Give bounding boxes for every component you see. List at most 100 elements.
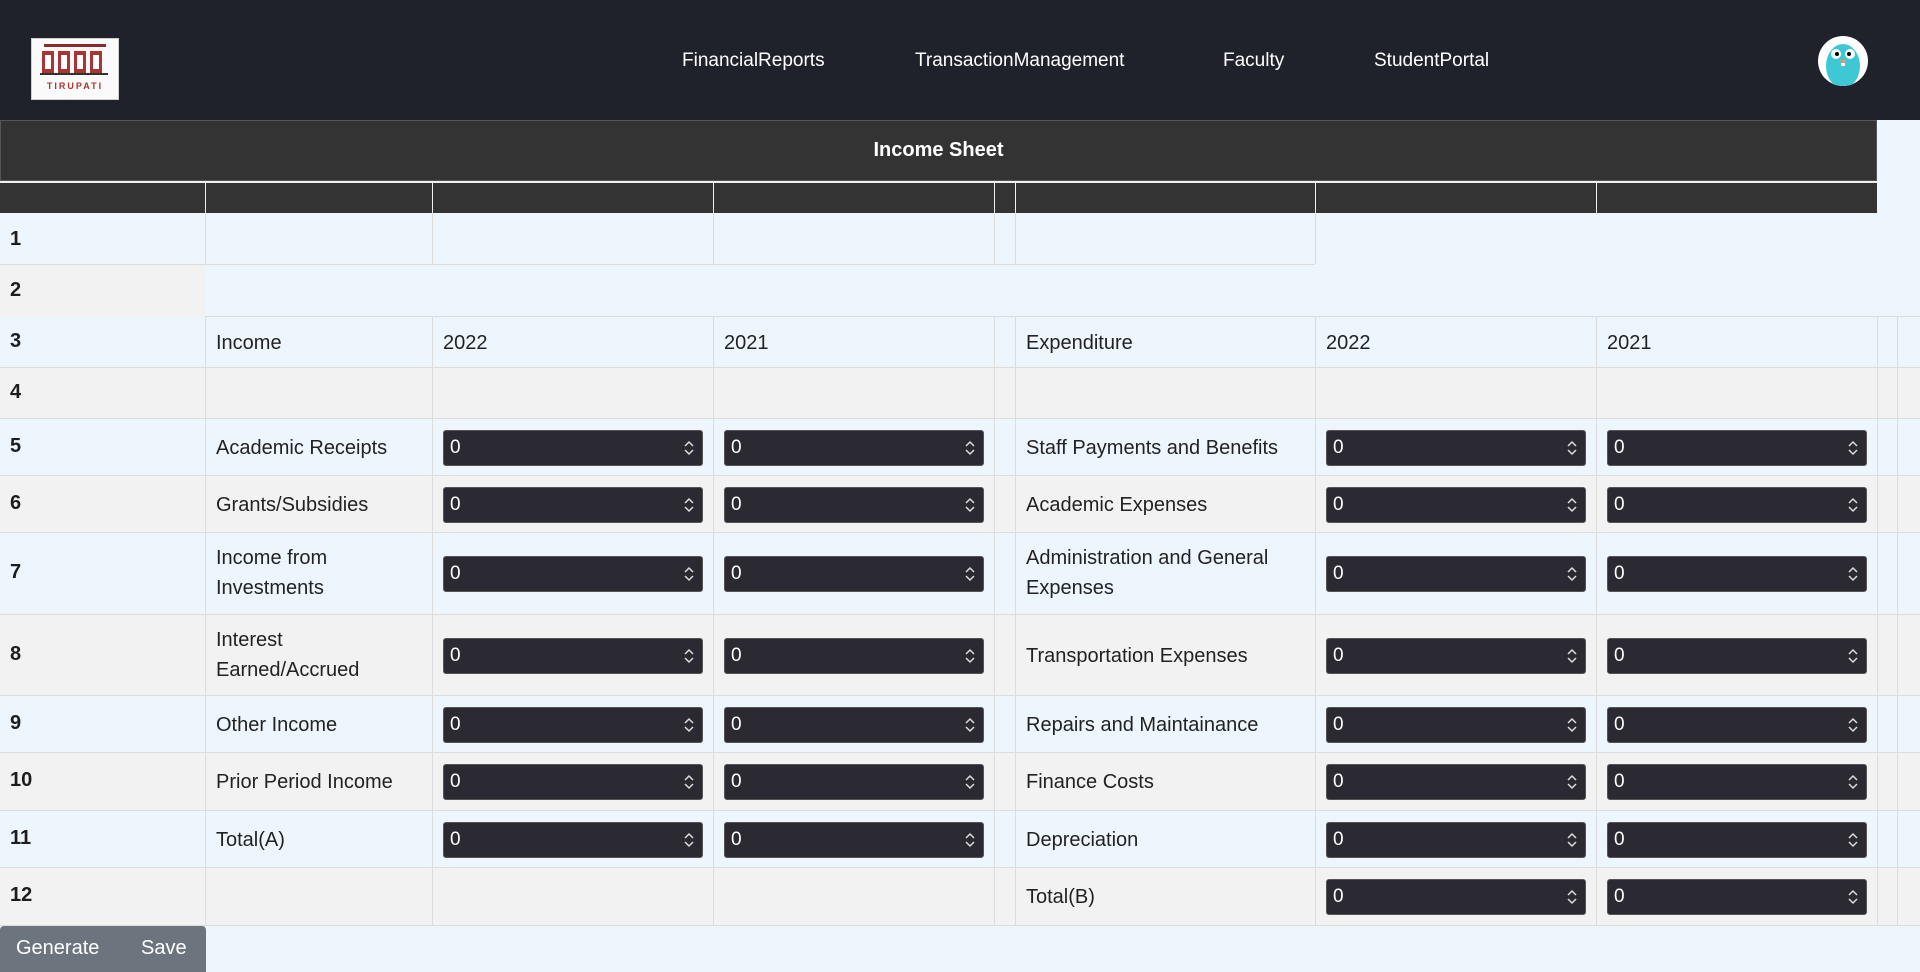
spinner-icon[interactable] (684, 716, 694, 734)
cell (1596, 419, 1597, 475)
spinner-icon[interactable] (1567, 439, 1577, 457)
spinner-icon[interactable] (1848, 439, 1858, 457)
expenditure-2021-input[interactable]: 0 (1607, 556, 1867, 592)
spinner-icon[interactable] (684, 773, 694, 791)
income-2021-input[interactable]: 0 (724, 764, 984, 800)
cell (1877, 533, 1878, 614)
spinner-icon[interactable] (684, 439, 694, 457)
income-item-label: Academic Receipts (216, 437, 388, 459)
spinner-icon[interactable] (965, 496, 975, 514)
expenditure-2021-input[interactable]: 0 (1607, 822, 1867, 858)
spinner-icon[interactable] (684, 496, 694, 514)
spinner-icon[interactable] (1848, 496, 1858, 514)
expenditure-2022-input[interactable]: 0 (1326, 707, 1586, 743)
save-button[interactable]: Save (141, 937, 187, 960)
income-2021-input[interactable]: 0 (724, 430, 984, 466)
spinner-icon[interactable] (1567, 773, 1577, 791)
nav-transaction-management[interactable]: TransactionManagement (915, 50, 1124, 72)
spinner-icon[interactable] (965, 647, 975, 665)
cell (432, 868, 433, 925)
expenditure-2022-input[interactable]: 0 (1326, 430, 1586, 466)
income-2022-input[interactable]: 0 (443, 556, 703, 592)
spinner-icon[interactable] (1567, 831, 1577, 849)
spinner-icon[interactable] (684, 565, 694, 583)
spinner-icon[interactable] (965, 773, 975, 791)
spinner-icon[interactable] (965, 565, 975, 583)
income-2021-input[interactable]: 0 (724, 822, 984, 858)
expenditure-2022-input[interactable]: 0 (1326, 638, 1586, 674)
generate-button[interactable]: Generate (16, 937, 99, 960)
cell (1315, 419, 1316, 475)
nav-financial-reports[interactable]: FinancialReports (682, 50, 825, 72)
cell (994, 419, 995, 475)
spinner-icon[interactable] (1567, 565, 1577, 583)
row-header-cell (0, 265, 205, 317)
expenditure-2021-input[interactable]: 0 (1607, 487, 1867, 523)
income-2022-input[interactable]: 0 (443, 707, 703, 743)
income-2021-input[interactable]: 0 (724, 487, 984, 523)
cell (713, 419, 714, 475)
cell (205, 868, 206, 925)
spinner-icon[interactable] (1567, 496, 1577, 514)
cell (1877, 696, 1878, 752)
spinner-icon[interactable] (1567, 716, 1577, 734)
cell (1315, 213, 1316, 264)
spinner-icon[interactable] (965, 831, 975, 849)
row-number: 4 (10, 381, 22, 403)
expenditure-2021-input[interactable]: 0 (1607, 764, 1867, 800)
spinner-icon[interactable] (684, 831, 694, 849)
income-2021-input[interactable]: 0 (724, 556, 984, 592)
spinner-icon[interactable] (1848, 716, 1858, 734)
expenditure-2022-input[interactable]: 0 (1326, 556, 1586, 592)
user-avatar[interactable] (1818, 36, 1868, 86)
input-value: 0 (731, 645, 742, 666)
input-value: 0 (450, 829, 461, 850)
table-row: 12 Total(B) 0 0 (0, 868, 1920, 926)
column-header (1015, 183, 1016, 213)
spinner-icon[interactable] (1567, 647, 1577, 665)
cell (1897, 533, 1898, 614)
income-2022-input[interactable]: 0 (443, 638, 703, 674)
cell (994, 317, 995, 367)
spinner-icon[interactable] (1848, 831, 1858, 849)
expenditure-2022-input[interactable]: 0 (1326, 879, 1586, 915)
input-value: 0 (1614, 714, 1625, 735)
income-2022-input[interactable]: 0 (443, 764, 703, 800)
cell (1315, 317, 1316, 367)
row-number: 7 (10, 561, 22, 583)
spinner-icon[interactable] (1567, 888, 1577, 906)
cell (432, 533, 433, 614)
cell (432, 317, 433, 367)
institute-logo[interactable]: TIRUPATI (31, 38, 119, 100)
cell (713, 753, 714, 810)
expenditure-2021-input[interactable]: 0 (1607, 707, 1867, 743)
income-2021-input[interactable]: 0 (724, 707, 984, 743)
cell (432, 753, 433, 810)
expenditure-2021-input[interactable]: 0 (1607, 879, 1867, 915)
income-2022-input[interactable]: 0 (443, 822, 703, 858)
nav-faculty[interactable]: Faculty (1223, 50, 1284, 72)
income-2022-input[interactable]: 0 (443, 430, 703, 466)
spinner-icon[interactable] (965, 439, 975, 457)
income-year-2021: 2021 (724, 332, 769, 354)
expenditure-2022-input[interactable]: 0 (1326, 487, 1586, 523)
income-2022-input[interactable]: 0 (443, 487, 703, 523)
table-row: 8 Interest Earned/Accrued 0 0 Transportation… (0, 615, 1920, 696)
expenditure-2021-input[interactable]: 0 (1607, 638, 1867, 674)
expenditure-2022-input[interactable]: 0 (1326, 764, 1586, 800)
cell (994, 368, 995, 418)
expenditure-2022-input[interactable]: 0 (1326, 822, 1586, 858)
cell (1596, 615, 1597, 695)
spinner-icon[interactable] (684, 647, 694, 665)
spinner-icon[interactable] (965, 716, 975, 734)
spinner-icon[interactable] (1848, 647, 1858, 665)
expenditure-2021-input[interactable]: 0 (1607, 430, 1867, 466)
nav-student-portal[interactable]: StudentPortal (1374, 50, 1489, 72)
spinner-icon[interactable] (1848, 773, 1858, 791)
top-navbar: TIRUPATI FinancialReports TransactionMan… (0, 0, 1920, 120)
spinner-icon[interactable] (1848, 565, 1858, 583)
cell (994, 753, 995, 810)
income-2021-input[interactable]: 0 (724, 638, 984, 674)
spinner-icon[interactable] (1848, 888, 1858, 906)
expenditure-item-label: Transportation Expenses (1026, 645, 1248, 667)
